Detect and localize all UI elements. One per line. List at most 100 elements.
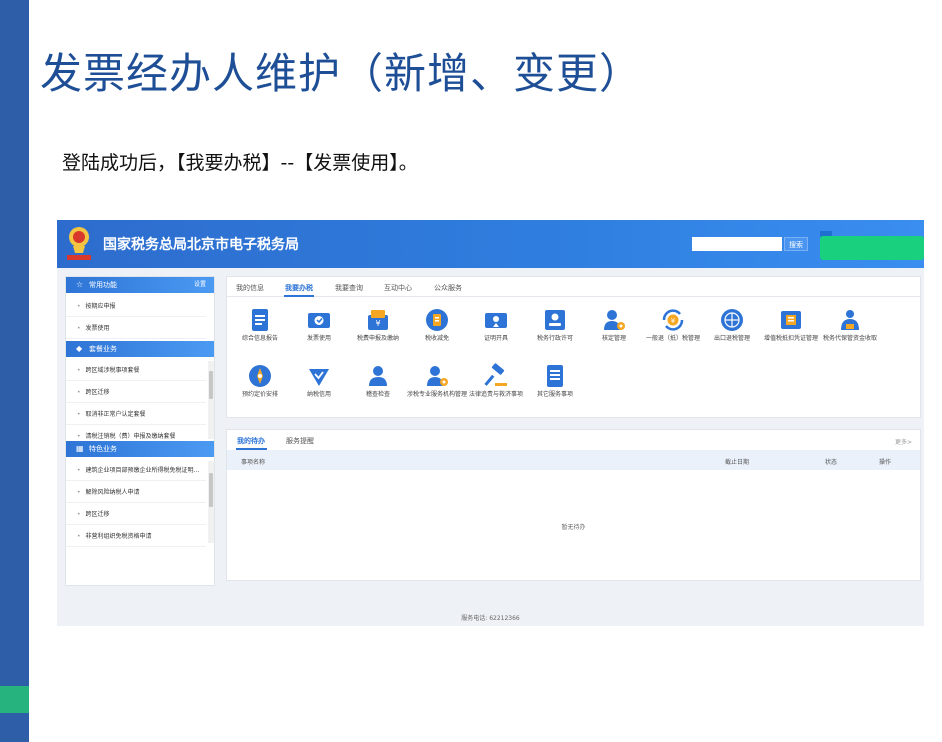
service-custody-funds[interactable]: 税务代保管资金收取 (819, 307, 881, 353)
svg-text:¥: ¥ (671, 317, 676, 325)
slide-subtitle: 登陆成功后，【我要办税】--【发票使用】。 (62, 152, 418, 174)
credit-icon (309, 369, 329, 386)
service-tax-declaration[interactable]: ¥ 税费申报及缴纳 (347, 307, 409, 353)
service-label: 涉税专业服务机构管理 (406, 391, 467, 398)
tab-public-service[interactable]: 公众服务 (434, 283, 462, 293)
sidebar-item[interactable]: 取消非正常户认定套餐 (66, 405, 206, 425)
service-label: 其它服务事项 (536, 391, 573, 398)
star-icon: ☆ (76, 280, 84, 289)
user-account-badge[interactable] (820, 236, 924, 260)
list-icon (547, 365, 563, 387)
sidebar-item[interactable]: 按期应申报 (66, 297, 206, 317)
active-tab-indicator (284, 295, 314, 297)
tab-service-reminders[interactable]: 服务提醒 (286, 436, 314, 446)
sidebar-section-title: 套餐业务 (89, 345, 117, 353)
column-header: 状态 (825, 459, 838, 466)
column-header: 操作 (879, 459, 892, 466)
sidebar-item[interactable]: 非营利组织免税资格申请 (66, 527, 206, 547)
service-comprehensive-report[interactable]: 综合信息报告 (229, 307, 291, 353)
sidebar-section-package[interactable]: ◆ 套餐业务 (66, 341, 214, 357)
sidebar-section-common[interactable]: ☆ 常用功能 设置 (66, 277, 214, 293)
service-other[interactable]: 其它服务事项 (524, 363, 586, 409)
scrollbar-thumb[interactable] (209, 371, 213, 399)
refund-icon: ¥ (662, 309, 684, 331)
sidebar: ☆ 常用功能 设置 按期应申报 发票使用 ◆ 套餐业务 跨区域涉税事项套餐 跨区迁移… (65, 276, 215, 586)
sidebar-item[interactable]: 发票使用 (66, 319, 206, 339)
column-header: 事项名称 (241, 459, 266, 466)
sidebar-item[interactable]: 跨区域涉税事项套餐 (66, 361, 206, 381)
inspector-icon (369, 366, 387, 386)
service-label: 增值税抵扣凭证管理 (763, 335, 818, 342)
compass-icon (249, 365, 271, 387)
tab-my-info[interactable]: 我的信息 (236, 283, 264, 293)
money-bag-icon (841, 310, 859, 330)
service-inspection[interactable]: 稽查检查 (347, 363, 409, 409)
globe-icon (721, 309, 743, 331)
tab-my-tasks[interactable]: 我的待办 (237, 436, 265, 446)
service-label: 税费申报及缴纳 (356, 335, 399, 342)
slide-left-bar (0, 0, 29, 742)
empty-state-message: 暂无待办 (561, 524, 586, 531)
person-gear-icon (604, 310, 625, 330)
settings-link[interactable]: 设置 (194, 277, 206, 293)
portal-header: 国家税务总局北京市电子税务局 搜索 (57, 220, 924, 268)
service-legal-remedy[interactable]: 法律追责与救济事项 (465, 363, 527, 409)
sidebar-section-title: 特色业务 (89, 445, 117, 453)
service-vat-voucher[interactable]: 增值税抵扣凭证管理 (760, 307, 822, 353)
service-label: 证明开具 (483, 335, 508, 342)
service-export-refund[interactable]: 出口退税管理 (701, 307, 763, 353)
service-certificate[interactable]: 证明开具 (465, 307, 527, 353)
service-tax-reduction[interactable]: 税收减免 (406, 307, 468, 353)
grid-icon: ▦ (76, 444, 84, 453)
voucher-icon (781, 311, 801, 329)
service-admin-license[interactable]: 税务行政许可 (524, 307, 586, 353)
sidebar-section-title: 常用功能 (89, 281, 117, 289)
service-label: 税务行政许可 (536, 335, 573, 342)
slide-title: 发票经办人维护（新增、变更） (40, 49, 643, 98)
certificate-icon (485, 313, 507, 328)
sidebar-section-featured[interactable]: ▦ 特色业务 (66, 441, 214, 457)
scrollbar-thumb[interactable] (209, 473, 213, 507)
search-button[interactable]: 搜索 (784, 237, 808, 251)
tab-interaction[interactable]: 互动中心 (384, 283, 412, 293)
service-label: 发票使用 (306, 335, 331, 342)
tab-do-tax[interactable]: 我要办税 (285, 283, 313, 293)
service-label: 综合信息报告 (241, 335, 278, 342)
more-link[interactable]: 更多> (895, 437, 912, 446)
service-verification[interactable]: 核定管理 (583, 307, 645, 353)
svg-text:¥: ¥ (375, 319, 380, 328)
service-label: 稽查检查 (365, 391, 390, 398)
service-label: 纳税信用 (306, 391, 331, 398)
service-label: 核定管理 (601, 335, 626, 342)
service-advance-pricing[interactable]: 预约定价安排 (229, 363, 291, 409)
service-tax-credit[interactable]: 纳税信用 (288, 363, 350, 409)
sidebar-item[interactable]: 解除风险纳税人申请 (66, 483, 206, 503)
sidebar-item[interactable]: 建筑企业项目部预缴企业所得税免税证明... (66, 461, 206, 481)
service-label: 出口退税管理 (713, 335, 750, 342)
invoice-icon (308, 313, 330, 328)
featured-scrollbar[interactable] (208, 461, 214, 543)
sidebar-item[interactable]: 跨区迁移 (66, 505, 206, 525)
package-scrollbar[interactable] (208, 361, 214, 439)
tax-emblem-icon (67, 227, 91, 260)
tax-reduction-icon (426, 309, 448, 331)
service-refund[interactable]: ¥ 一般退（抵）税管理 (642, 307, 704, 353)
tasks-panel: 我的待办 服务提醒 更多> 事项名称 截止日期 状态 操作 暂无待办 (226, 429, 921, 581)
sidebar-item[interactable]: 跨区迁移 (66, 383, 206, 403)
service-tax-agency[interactable]: 涉税专业服务机构管理 (406, 363, 468, 409)
agency-icon (427, 366, 448, 386)
service-hotline: 服务电话: 62212366 (461, 615, 520, 622)
search-input[interactable] (692, 237, 782, 251)
gavel-icon (484, 363, 507, 386)
service-label: 税收减免 (424, 335, 449, 342)
license-icon (545, 310, 565, 330)
service-invoice-use[interactable]: 发票使用 (288, 307, 350, 353)
slide-left-bar-accent (0, 686, 29, 713)
service-panel: 我的信息 我要办税 我要查询 互动中心 公众服务 综合信息报告 发票使用 ¥ 税… (226, 276, 921, 418)
tax-declare-icon: ¥ (368, 310, 388, 330)
document-icon (252, 309, 268, 331)
tab-query[interactable]: 我要查询 (335, 283, 363, 293)
service-label: 预约定价安排 (241, 391, 278, 398)
task-table-header: 事项名称 截止日期 状态 操作 (227, 450, 920, 470)
service-label: 税务代保管资金收取 (822, 335, 877, 342)
